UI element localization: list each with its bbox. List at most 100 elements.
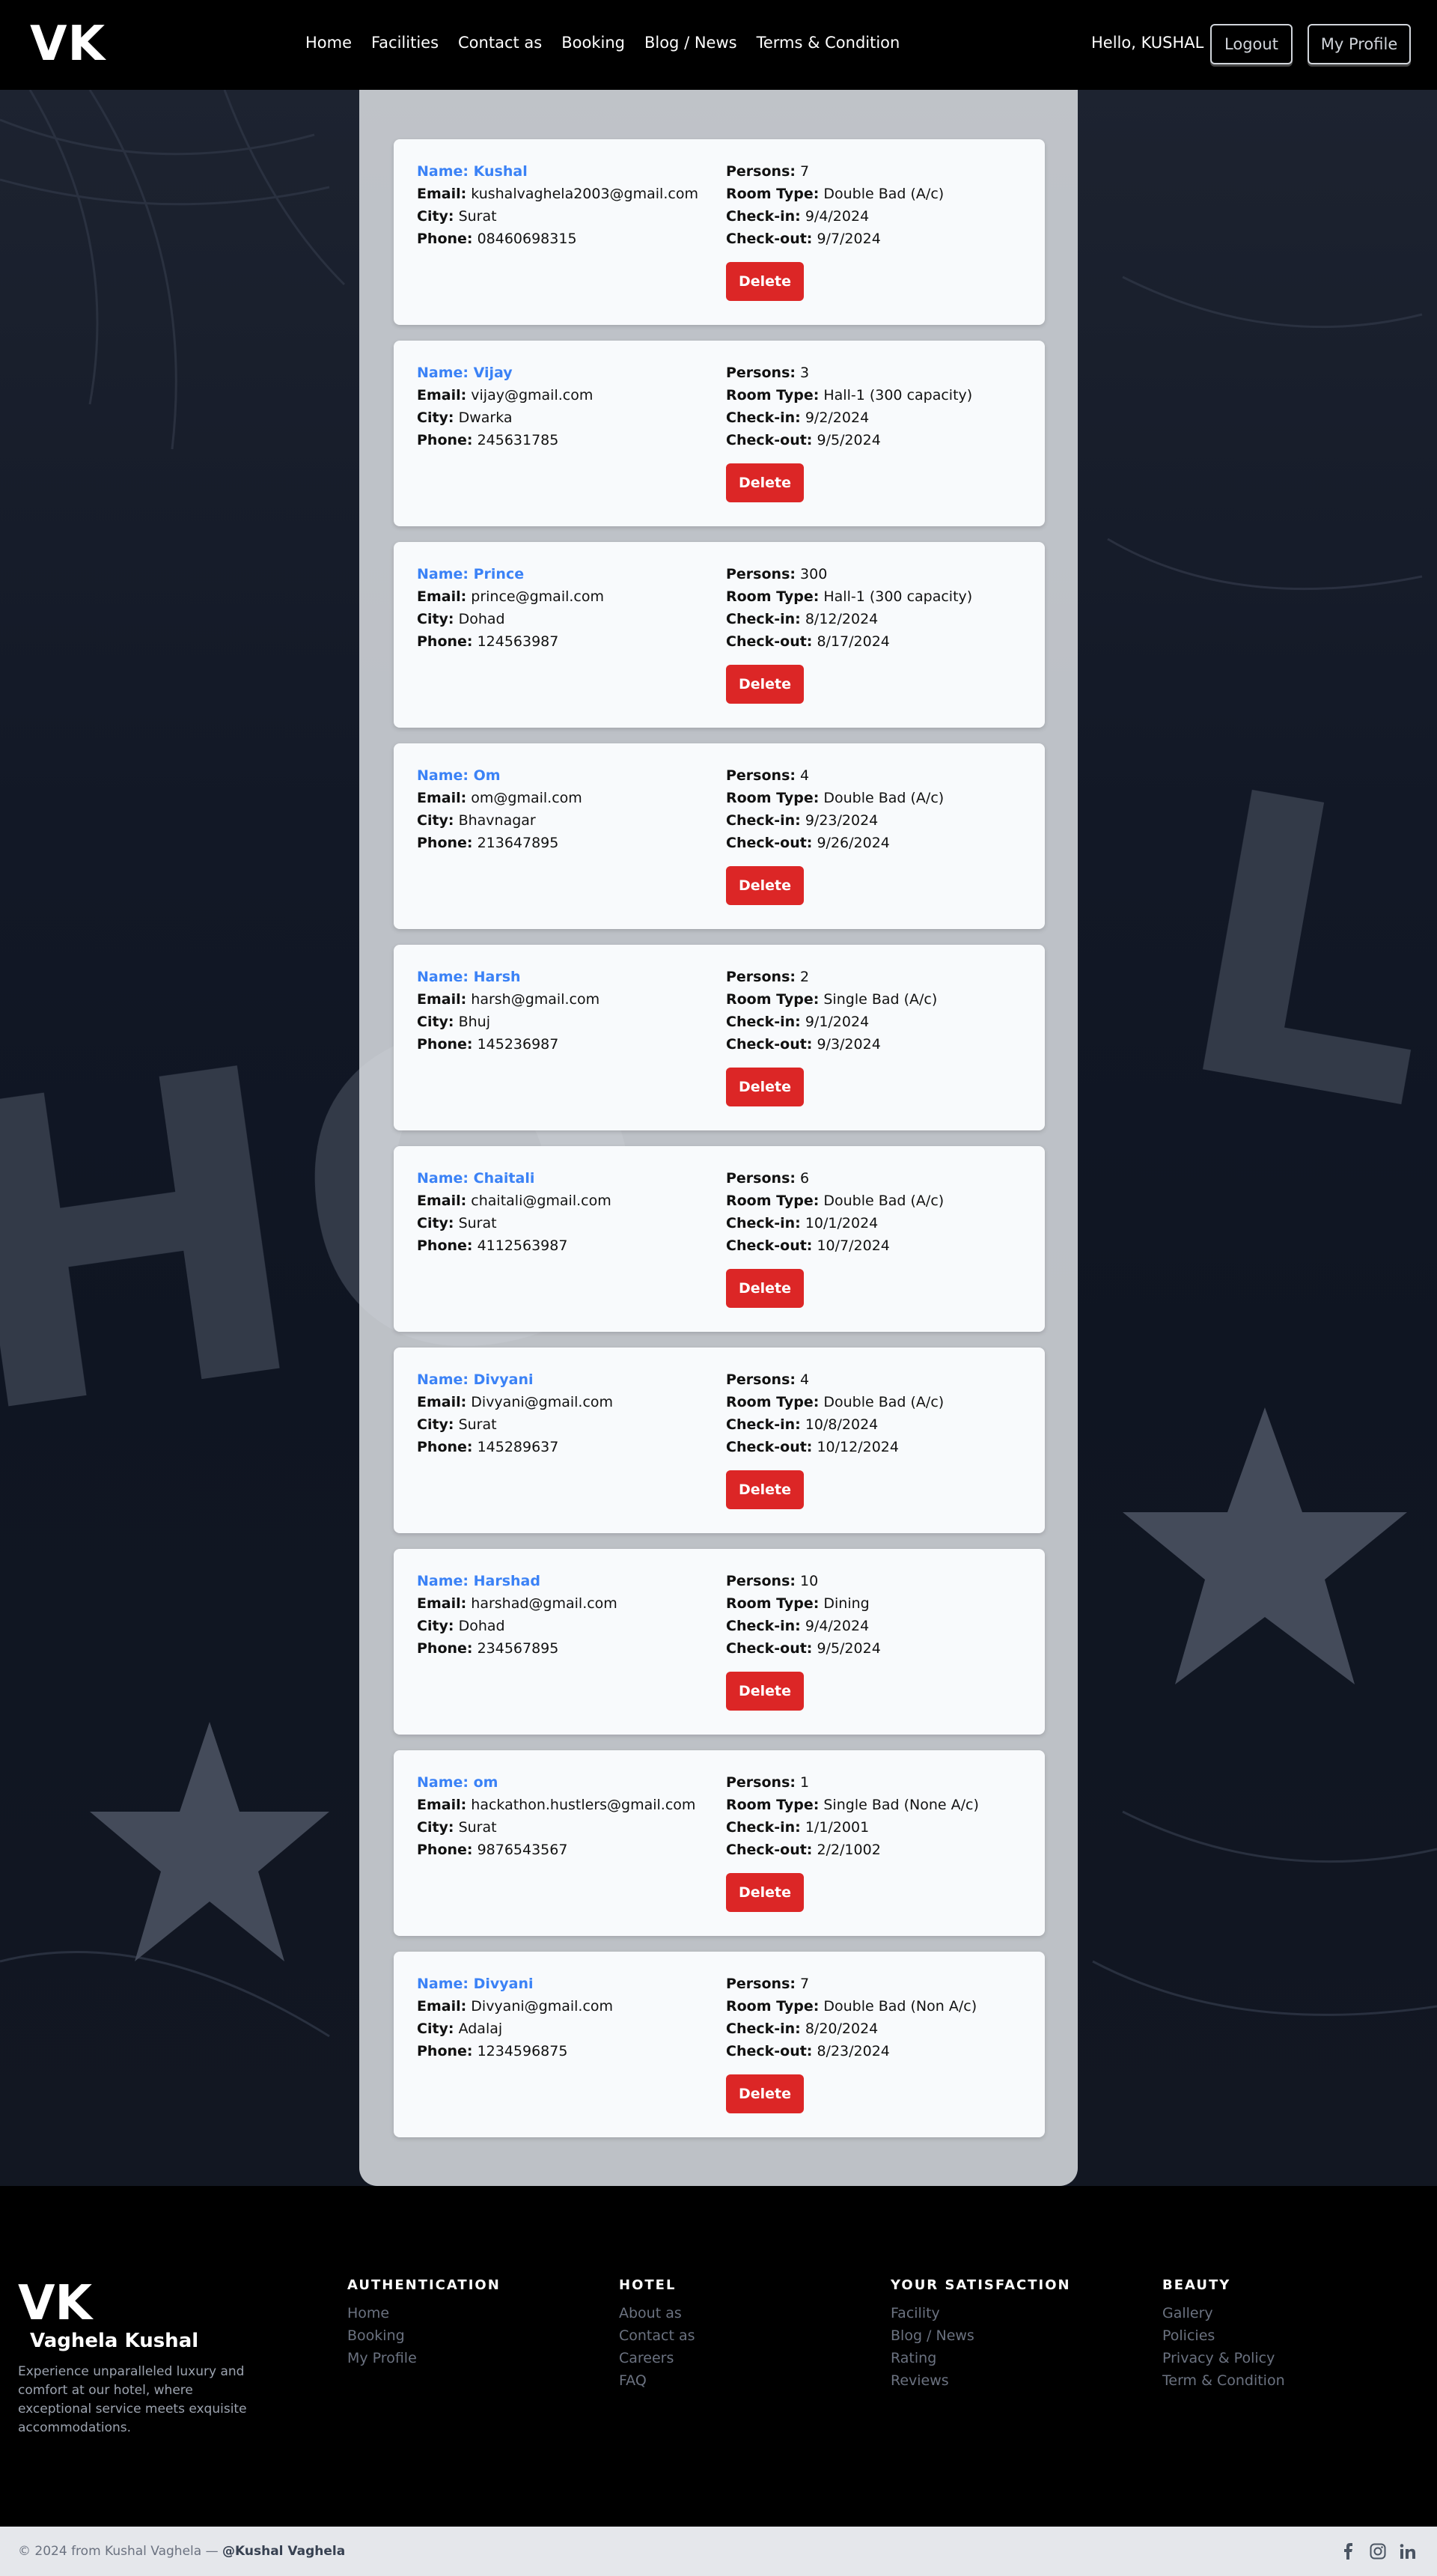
footer-link-contact[interactable]: Contact as [619,2324,695,2347]
check-out-value: 9/3/2024 [817,1036,881,1053]
room-type-label: Room Type: [726,588,820,605]
footer-link-policies[interactable]: Policies [1162,2324,1285,2347]
booking-card: Name: Kushal Email: kushalvaghela2003@gm… [394,139,1045,325]
my-profile-button[interactable]: My Profile [1308,24,1411,64]
persons-value: 10 [800,1573,819,1589]
footer-link-faq[interactable]: FAQ [619,2369,695,2392]
guest-email: Divyani@gmail.com [471,1394,614,1410]
logout-button[interactable]: Logout [1210,24,1293,64]
guest-email: harshad@gmail.com [471,1595,617,1612]
persons-label: Persons: [726,566,796,582]
footer-link-my-profile[interactable]: My Profile [347,2347,501,2369]
guest-email: harsh@gmail.com [471,991,600,1008]
check-out-label: Check-out: [726,1842,813,1858]
footer-link-booking[interactable]: Booking [347,2324,501,2347]
delete-booking-button[interactable]: Delete [726,463,804,502]
room-type-value: Double Bad (A/c) [823,1193,945,1209]
footer-link-home[interactable]: Home [347,2302,501,2324]
booking-card: Name: Prince Email: prince@gmail.com Cit… [394,542,1045,728]
check-in-label: Check-in: [726,208,801,225]
guest-name: Name: Harshad [417,1573,540,1589]
email-label: Email: [417,588,467,605]
check-in-value: 9/23/2024 [805,812,879,829]
city-label: City: [417,409,454,426]
instagram-icon[interactable] [1370,2543,1386,2563]
site-logo[interactable]: VK [30,16,106,72]
delete-booking-button[interactable]: Delete [726,866,804,905]
check-out-label: Check-out: [726,231,813,247]
room-type-value: Hall-1 (300 capacity) [823,387,973,404]
footer-description: Experience unparalleled luxury and comfo… [18,2364,247,2435]
footer-link-rating[interactable]: Rating [891,2347,1071,2369]
room-type-value: Single Bad (None A/c) [823,1797,979,1813]
check-in-label: Check-in: [726,2021,801,2037]
check-out-value: 10/7/2024 [817,1237,890,1254]
author-handle-link[interactable]: @Kushal Vaghela [222,2544,345,2559]
check-in-label: Check-in: [726,812,801,829]
delete-booking-button[interactable]: Delete [726,1068,804,1106]
city-label: City: [417,812,454,829]
email-label: Email: [417,1394,467,1410]
delete-booking-button[interactable]: Delete [726,2074,804,2113]
delete-booking-button[interactable]: Delete [726,262,804,301]
persons-value: 300 [800,566,828,582]
check-out-label: Check-out: [726,633,813,650]
persons-label: Persons: [726,767,796,784]
check-out-label: Check-out: [726,2043,813,2059]
nav-facilities[interactable]: Facilities [371,34,439,52]
footer-logo[interactable]: VK [18,2276,92,2331]
delete-booking-button[interactable]: Delete [726,1269,804,1308]
footer-link-facility[interactable]: Facility [891,2302,1071,2324]
linkedin-icon[interactable] [1400,2543,1416,2563]
delete-booking-button[interactable]: Delete [726,1873,804,1912]
facebook-icon[interactable] [1343,2543,1353,2563]
footer-column-title: YOUR SATISFACTION [891,2277,1071,2293]
phone-label: Phone: [417,633,473,650]
city-label: City: [417,1416,454,1433]
email-label: Email: [417,1193,467,1209]
footer-link-blog[interactable]: Blog / News [891,2324,1071,2347]
persons-label: Persons: [726,1976,796,1992]
email-label: Email: [417,1998,467,2015]
nav-booking[interactable]: Booking [561,34,625,52]
footer-link-privacy[interactable]: Privacy & Policy [1162,2347,1285,2369]
delete-booking-button[interactable]: Delete [726,1672,804,1711]
phone-label: Phone: [417,231,473,247]
nav-blog[interactable]: Blog / News [644,34,737,52]
guest-phone: 4112563987 [477,1237,568,1254]
guest-name: Name: Divyani [417,1976,534,1992]
email-label: Email: [417,1595,467,1612]
room-type-label: Room Type: [726,1797,820,1813]
room-type-label: Room Type: [726,1998,820,2015]
room-type-value: Double Bad (A/c) [823,186,945,202]
check-in-label: Check-in: [726,1215,801,1231]
booking-card: Name: Chaitali Email: chaitali@gmail.com… [394,1146,1045,1332]
nav-contact[interactable]: Contact as [458,34,542,52]
persons-value: 6 [800,1170,810,1187]
footer-link-gallery[interactable]: Gallery [1162,2302,1285,2324]
delete-booking-button[interactable]: Delete [726,1470,804,1509]
footer-link-reviews[interactable]: Reviews [891,2369,1071,2392]
delete-booking-button[interactable]: Delete [726,665,804,704]
nav-terms[interactable]: Terms & Condition [757,34,900,52]
phone-label: Phone: [417,1640,473,1657]
booking-card: Name: Vijay Email: vijay@gmail.com City:… [394,341,1045,526]
email-label: Email: [417,790,467,806]
booking-card: Name: Harshad Email: harshad@gmail.com C… [394,1549,1045,1735]
copyright-text: © 2024 from Kushal Vaghela — @Kushal Vag… [18,2544,345,2559]
persons-label: Persons: [726,1573,796,1589]
guest-email: Divyani@gmail.com [471,1998,614,2015]
footer-link-careers[interactable]: Careers [619,2347,695,2369]
user-greeting: Hello, KUSHAL [1091,34,1204,52]
footer-link-terms[interactable]: Term & Condition [1162,2369,1285,2392]
persons-value: 7 [800,163,810,180]
nav-home[interactable]: Home [305,34,352,52]
footer-link-about[interactable]: About as [619,2302,695,2324]
guest-phone: 08460698315 [477,231,577,247]
footer-column-beauty: BEAUTY Gallery Policies Privacy & Policy… [1162,2277,1285,2392]
persons-value: 3 [800,365,810,381]
booking-card: Name: Om Email: om@gmail.com City: Bhavn… [394,743,1045,929]
check-in-label: Check-in: [726,1819,801,1836]
check-in-value: 10/8/2024 [805,1416,879,1433]
check-in-value: 1/1/2001 [805,1819,870,1836]
